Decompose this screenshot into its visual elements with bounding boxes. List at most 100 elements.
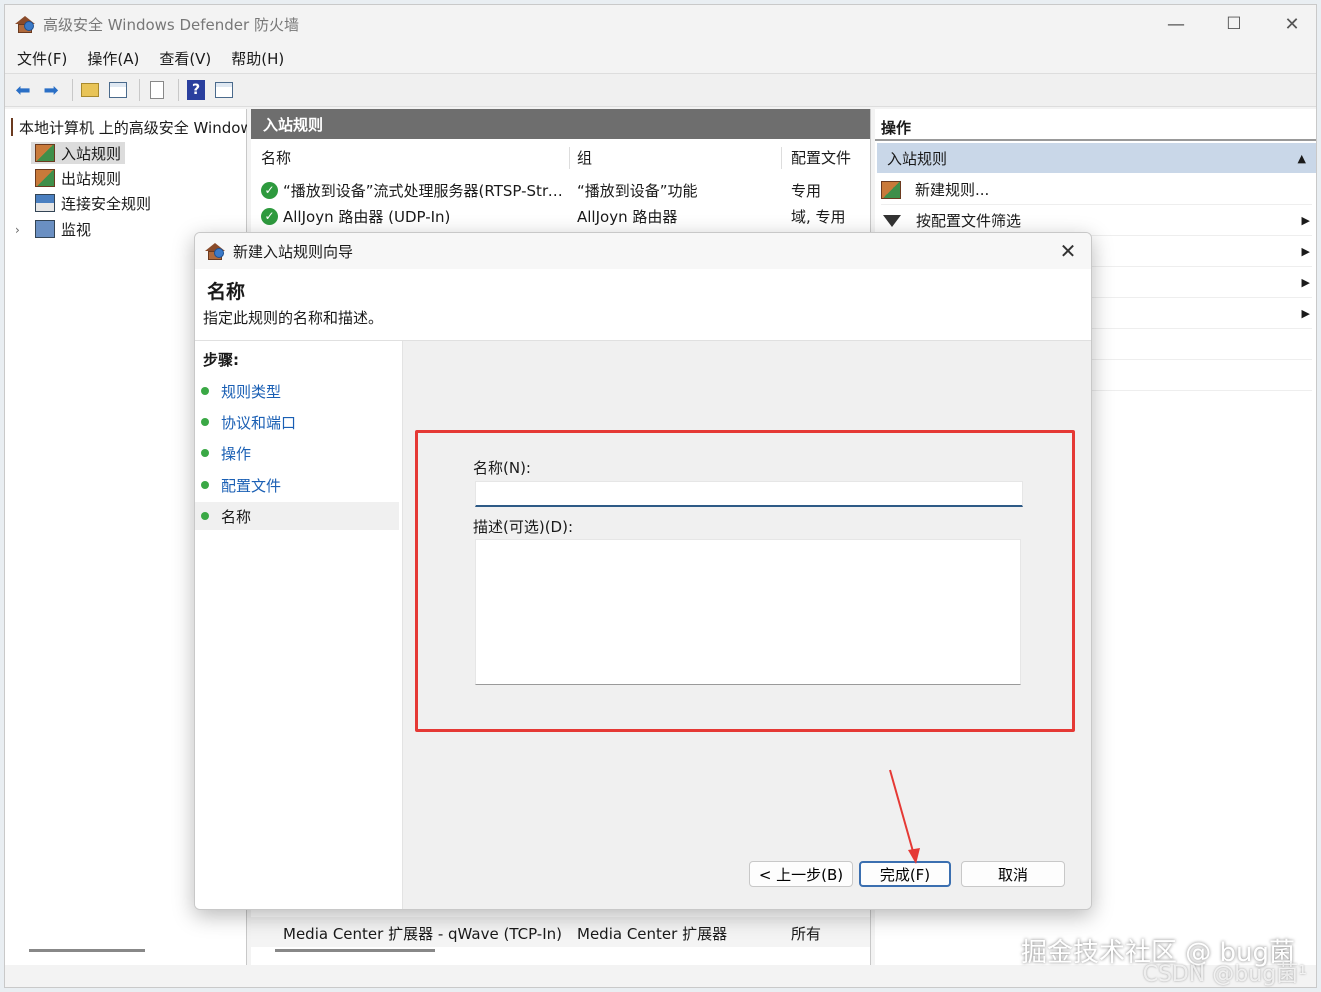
tree-root[interactable]: 本地计算机 上的高级安全 Windows Defender 防火墙 [11, 115, 247, 139]
tree-horizontal-scrollbar[interactable] [29, 949, 145, 952]
steps-pane: 步骤: 规则类型 协议和端口 操作 配置文件 名称 [195, 341, 403, 909]
dialog-title: 新建入站规则向导 [233, 242, 354, 261]
tree-item-outbound-rules[interactable]: 出站规则 [35, 166, 121, 190]
back-arrow-icon[interactable]: ⬅ [11, 78, 35, 102]
name-input[interactable] [475, 481, 1023, 507]
tree-item-label: 入站规则 [61, 144, 122, 163]
dialog-header: 名称 指定此规则的名称和描述。 [195, 269, 1091, 341]
submenu-arrow-icon: ▶ [1301, 245, 1310, 258]
step-link[interactable]: 规则类型 [221, 381, 281, 402]
minimize-button[interactable]: — [1153, 9, 1199, 39]
toolbar-separator [72, 79, 73, 101]
outbound-rules-icon [35, 169, 55, 187]
action-new-rule[interactable]: 新建规则... [881, 175, 1312, 205]
tree-item-inbound-rules[interactable]: 入站规则 [31, 141, 126, 165]
filter-funnel-icon [883, 214, 901, 227]
step-profile[interactable]: 配置文件 [195, 471, 399, 499]
tree-item-selection: 入站规则 [31, 142, 126, 164]
column-header-name[interactable]: 名称 [261, 143, 291, 171]
help-icon[interactable]: ? [184, 78, 208, 102]
step-name-current: 名称 [195, 502, 399, 530]
step-link[interactable]: 操作 [221, 443, 251, 464]
step-dot-icon [201, 512, 209, 520]
firewall-app-icon [15, 14, 35, 34]
menu-help[interactable]: 帮助(H) [231, 48, 284, 69]
rule-group: AllJoyn 路由器 [577, 207, 678, 226]
back-button[interactable]: < 上一步(B) [749, 861, 853, 887]
dialog-subheading: 指定此规则的名称和描述。 [203, 309, 384, 327]
submenu-arrow-icon: ▶ [1301, 276, 1310, 289]
cancel-button[interactable]: 取消 [961, 861, 1065, 887]
rules-pane-header: 入站规则 [251, 109, 870, 139]
show-hide-action-pane-icon[interactable] [212, 78, 236, 102]
watermark-text-secondary: CSDN @bug菌¹ [1142, 962, 1307, 987]
rule-profile: 所有 [791, 925, 822, 943]
tree-root-label: 本地计算机 上的高级安全 Windows Defender 防火墙 [19, 118, 247, 137]
submenu-arrow-icon: ▶ [1301, 307, 1310, 320]
maximize-button[interactable]: ☐ [1211, 9, 1257, 39]
inbound-rules-icon [35, 144, 55, 162]
dialog-title-bar: 新建入站规则向导 ✕ [195, 233, 1091, 269]
expand-caret-icon[interactable]: › [15, 223, 20, 237]
actions-section-inbound-rules[interactable]: 入站规则 ▲ [877, 143, 1316, 173]
menu-action[interactable]: 操作(A) [87, 48, 139, 69]
export-list-icon[interactable] [145, 78, 169, 102]
close-button[interactable]: ✕ [1269, 9, 1315, 39]
name-label: 名称(N): [473, 459, 531, 477]
step-dot-icon [201, 418, 209, 426]
actions-title: 操作 [875, 115, 1316, 141]
description-textarea[interactable] [475, 539, 1021, 685]
step-dot-icon [201, 481, 209, 489]
toolbar: ⬅ ➡ ? [5, 73, 1316, 107]
column-header-group[interactable]: 组 [577, 143, 592, 171]
step-dot-icon [201, 449, 209, 457]
new-inbound-rule-wizard: 新建入站规则向导 ✕ 名称 指定此规则的名称和描述。 步骤: 规则类型 协议和端… [194, 232, 1092, 910]
step-label: 名称 [221, 507, 252, 526]
tree-item-monitoring[interactable]: 监视 [35, 217, 91, 241]
rule-group: Media Center 扩展器 [577, 925, 728, 943]
menu-view[interactable]: 查看(V) [159, 48, 211, 69]
rule-profile: 专用 [791, 181, 822, 200]
forward-arrow-icon[interactable]: ➡ [39, 78, 63, 102]
tree-item-connection-security-rules[interactable]: 连接安全规则 [35, 191, 151, 215]
up-folder-icon[interactable] [78, 78, 102, 102]
column-separator[interactable] [781, 147, 782, 169]
toolbar-separator [139, 79, 140, 101]
step-protocol-ports[interactable]: 协议和端口 [195, 408, 399, 436]
list-horizontal-scrollbar[interactable] [275, 949, 435, 952]
step-action[interactable]: 操作 [195, 439, 399, 467]
window-title: 高级安全 Windows Defender 防火墙 [43, 15, 299, 34]
description-label: 描述(可选)(D): [473, 518, 574, 536]
table-row[interactable]: ✓ “播放到设备”流式处理服务器(RTSP-Streaming-In) “播放到… [251, 177, 850, 203]
step-dot-icon [201, 387, 209, 395]
column-header-profile[interactable]: 配置文件 [791, 143, 851, 171]
show-hide-tree-icon[interactable] [106, 78, 130, 102]
action-label: 新建规则... [915, 181, 990, 199]
dialog-heading: 名称 [207, 281, 246, 303]
column-separator[interactable] [569, 147, 570, 169]
finish-button[interactable]: 完成(F) [859, 861, 951, 887]
collapse-triangle-icon[interactable]: ▲ [1298, 152, 1306, 165]
enabled-check-icon: ✓ [261, 181, 278, 199]
step-link[interactable]: 协议和端口 [221, 412, 296, 433]
step-link[interactable]: 配置文件 [221, 475, 281, 496]
table-row[interactable]: ✓ AllJoyn 路由器 (UDP-In) AllJoyn 路由器 域, 专用 [251, 203, 850, 229]
rule-name: Media Center 扩展器 - qWave (TCP-In) [283, 925, 563, 943]
rule-group: “播放到设备”功能 [577, 181, 698, 200]
actions-section-label: 入站规则 [887, 149, 948, 168]
submenu-arrow-icon: ▶ [1301, 214, 1310, 227]
dialog-close-button[interactable]: ✕ [1053, 236, 1083, 266]
menu-file[interactable]: 文件(F) [17, 48, 67, 69]
table-row[interactable]: Media Center 扩展器 - qWave (TCP-In) Media … [251, 917, 870, 947]
firewall-app-icon [205, 241, 225, 261]
steps-title: 步骤: [203, 351, 239, 369]
firewall-icon [11, 118, 13, 136]
rule-profile: 域, 专用 [791, 207, 846, 226]
step-rule-type[interactable]: 规则类型 [195, 377, 399, 405]
menu-bar: 文件(F) 操作(A) 查看(V) 帮助(H) [5, 43, 1316, 73]
rule-name: “播放到设备”流式处理服务器(RTSP-Streaming-In) [283, 181, 567, 200]
new-rule-icon [881, 180, 901, 199]
rule-name: AllJoyn 路由器 (UDP-In) [283, 207, 451, 226]
toolbar-separator [178, 79, 179, 101]
connection-security-icon [35, 194, 55, 212]
